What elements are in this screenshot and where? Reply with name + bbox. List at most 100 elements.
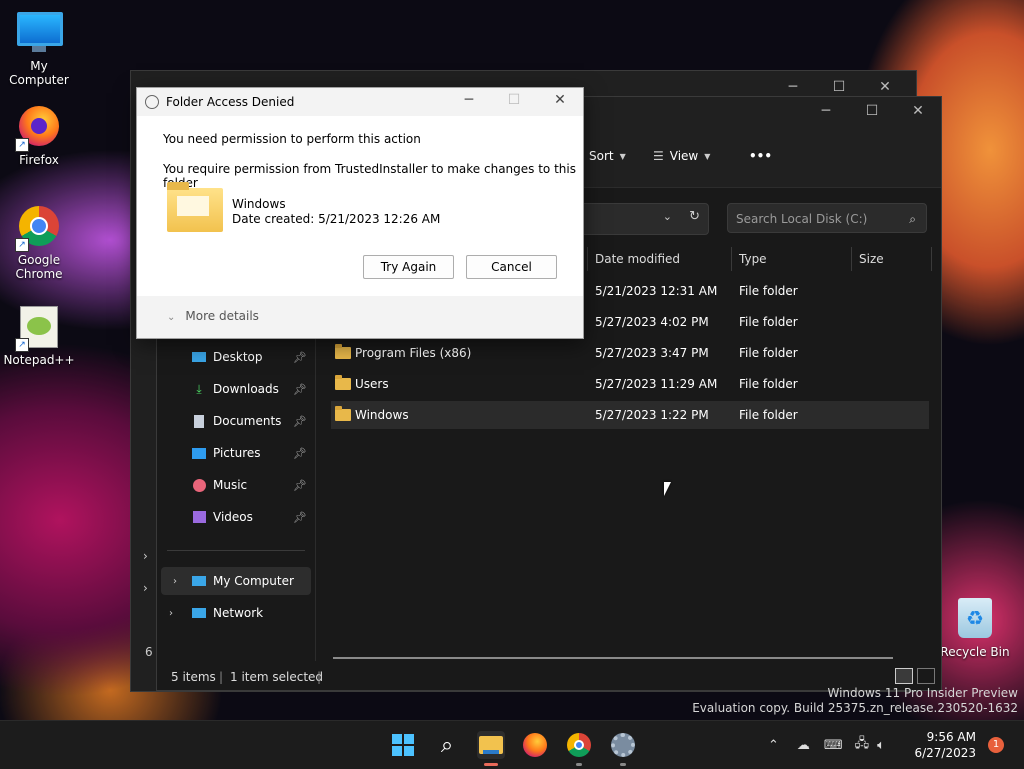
chevron-right-icon[interactable]: ›	[143, 581, 148, 595]
view-button[interactable]: ☰ View ▼	[653, 149, 710, 163]
nav-item-documents[interactable]: Documents 📌︎	[157, 407, 313, 435]
file-date: 5/27/2023 11:29 AM	[595, 377, 718, 391]
pin-icon: 📌︎	[293, 446, 307, 460]
chrome-taskbar-button[interactable]	[565, 731, 593, 759]
nav-item-pictures[interactable]: Pictures 📌︎	[157, 439, 313, 467]
file-type: File folder	[739, 284, 798, 298]
details-view-icon[interactable]	[895, 668, 913, 684]
pin-icon: 📌︎	[293, 414, 307, 428]
desktop-icon-firefox[interactable]: ↗ Firefox	[1, 104, 77, 167]
file-explorer-button[interactable]	[477, 731, 505, 759]
column-header-type[interactable]: Type	[739, 247, 767, 271]
column-divider[interactable]	[931, 247, 932, 271]
desktop-icon-notepadpp[interactable]: ↗ Notepad++	[1, 304, 77, 367]
nav-item-my-computer[interactable]: › My Computer	[161, 567, 311, 595]
nav-item-downloads[interactable]: ⤓ Downloads 📌︎	[157, 375, 313, 403]
file-row[interactable]: Users 5/27/2023 11:29 AM File folder	[331, 370, 929, 398]
column-header-size[interactable]: Size	[859, 247, 884, 271]
chevron-down-icon: ⌄	[167, 312, 176, 323]
file-row-selected[interactable]: Windows 5/27/2023 1:22 PM File folder	[331, 401, 929, 429]
horizontal-scrollbar[interactable]	[333, 657, 893, 659]
nav-item-videos[interactable]: Videos 📌︎	[157, 503, 313, 531]
volume-icon[interactable]: 🔈︎	[877, 738, 885, 753]
settings-taskbar-button[interactable]	[609, 731, 637, 759]
status-divider: |	[317, 670, 322, 684]
chevron-down-icon[interactable]: ⌄	[663, 210, 672, 223]
maximize-icon[interactable]: ☐	[849, 99, 895, 123]
file-row[interactable]: Program Files (x86) 5/27/2023 3:47 PM Fi…	[331, 339, 929, 367]
chevron-right-icon[interactable]: ›	[173, 576, 177, 587]
file-type: File folder	[739, 315, 798, 329]
recycle-bin-icon	[953, 598, 997, 642]
shortcut-arrow-icon: ↗	[15, 238, 29, 252]
cloud-offline-icon[interactable]: ☁	[797, 738, 810, 753]
desktop-icon-chrome[interactable]: ↗ Google Chrome	[1, 204, 77, 281]
start-button[interactable]	[389, 731, 417, 759]
videos-icon	[191, 509, 207, 525]
chrome-icon	[567, 733, 591, 757]
pin-icon: 📌︎	[293, 350, 307, 364]
file-type: File folder	[739, 408, 798, 422]
search-input[interactable]: Search Local Disk (C:) ⌕	[727, 203, 927, 233]
downloads-icon: ⤓	[196, 381, 202, 396]
notification-badge[interactable]: 1	[988, 737, 1004, 753]
chevron-right-icon[interactable]: ›	[143, 549, 148, 563]
notepadpp-icon: ↗	[15, 306, 61, 352]
more-details-toggle[interactable]: ⌄ More details	[167, 309, 259, 323]
nav-item-label: Videos	[213, 510, 253, 524]
taskbar: ⌕ ⌃ ☁ ⌨ 🖧︎ 🔈︎ 9:56 AM 6/27/2023 1	[0, 720, 1024, 769]
clock[interactable]: 9:56 AM 6/27/2023	[914, 729, 976, 761]
folder-icon	[335, 406, 351, 421]
close-icon[interactable]: ✕	[545, 92, 575, 108]
clock-time: 9:56 AM	[926, 730, 976, 744]
network-icon	[191, 605, 207, 621]
search-icon: ⌕	[909, 212, 916, 226]
file-name: Program Files (x86)	[355, 346, 472, 360]
chevron-up-icon[interactable]: ⌃	[768, 738, 779, 753]
maximize-icon: ☐	[507, 92, 521, 108]
computer-icon	[17, 12, 63, 56]
column-divider[interactable]	[587, 247, 588, 271]
status-divider: |	[219, 670, 224, 684]
see-more-button[interactable]: •••	[749, 149, 772, 163]
sort-button[interactable]: Sort ▼	[589, 149, 626, 163]
pin-icon: 📌︎	[293, 382, 307, 396]
cancel-button[interactable]: Cancel	[466, 255, 557, 279]
try-again-button[interactable]: Try Again	[363, 255, 454, 279]
chevron-down-icon: ▼	[704, 151, 711, 161]
column-divider[interactable]	[731, 247, 732, 271]
running-app-indicator	[620, 763, 626, 766]
desktop-icon-my-computer[interactable]: My Computer	[1, 8, 77, 87]
nav-item-network[interactable]: › Network	[157, 599, 313, 627]
search-button[interactable]: ⌕	[433, 731, 461, 759]
view-icon: ☰	[653, 149, 664, 163]
network-icon[interactable]: 🖧︎	[855, 734, 870, 756]
more-icon: •••	[749, 149, 773, 163]
firefox-taskbar-button[interactable]	[521, 731, 549, 759]
nav-item-music[interactable]: Music 📌︎	[157, 471, 313, 499]
dialog-message: You need permission to perform this acti…	[163, 132, 421, 146]
column-divider[interactable]	[851, 247, 852, 271]
tiles-view-icon[interactable]	[917, 668, 935, 684]
desktop-icon-recycle-bin[interactable]: Recycle Bin	[937, 596, 1013, 659]
clock-icon	[145, 95, 159, 109]
view-label: View	[669, 149, 699, 163]
minimize-icon[interactable]: ─	[454, 92, 484, 108]
nav-item-label: Music	[213, 478, 248, 492]
folder-name: Windows	[232, 197, 286, 211]
dialog-title-bar[interactable]: Folder Access Denied ─ ☐ ✕	[137, 88, 583, 116]
windows-logo-icon	[392, 734, 414, 756]
gear-icon	[611, 733, 635, 757]
close-icon[interactable]: ✕	[895, 99, 941, 123]
column-header-date-modified[interactable]: Date modified	[595, 247, 680, 271]
minimize-icon[interactable]: ─	[803, 99, 849, 123]
chevron-right-icon[interactable]: ›	[169, 608, 173, 619]
folder-access-denied-dialog[interactable]: Folder Access Denied ─ ☐ ✕ You need perm…	[136, 87, 584, 339]
refresh-icon[interactable]: ↻	[689, 209, 700, 224]
computer-icon	[191, 573, 207, 589]
keyboard-icon[interactable]: ⌨	[824, 738, 843, 753]
file-type: File folder	[739, 377, 798, 391]
system-tray: ⌃ ☁ ⌨ 🖧︎ 🔈︎	[768, 721, 885, 769]
nav-item-desktop[interactable]: Desktop 📌︎	[157, 343, 313, 371]
file-date: 5/27/2023 4:02 PM	[595, 315, 709, 329]
